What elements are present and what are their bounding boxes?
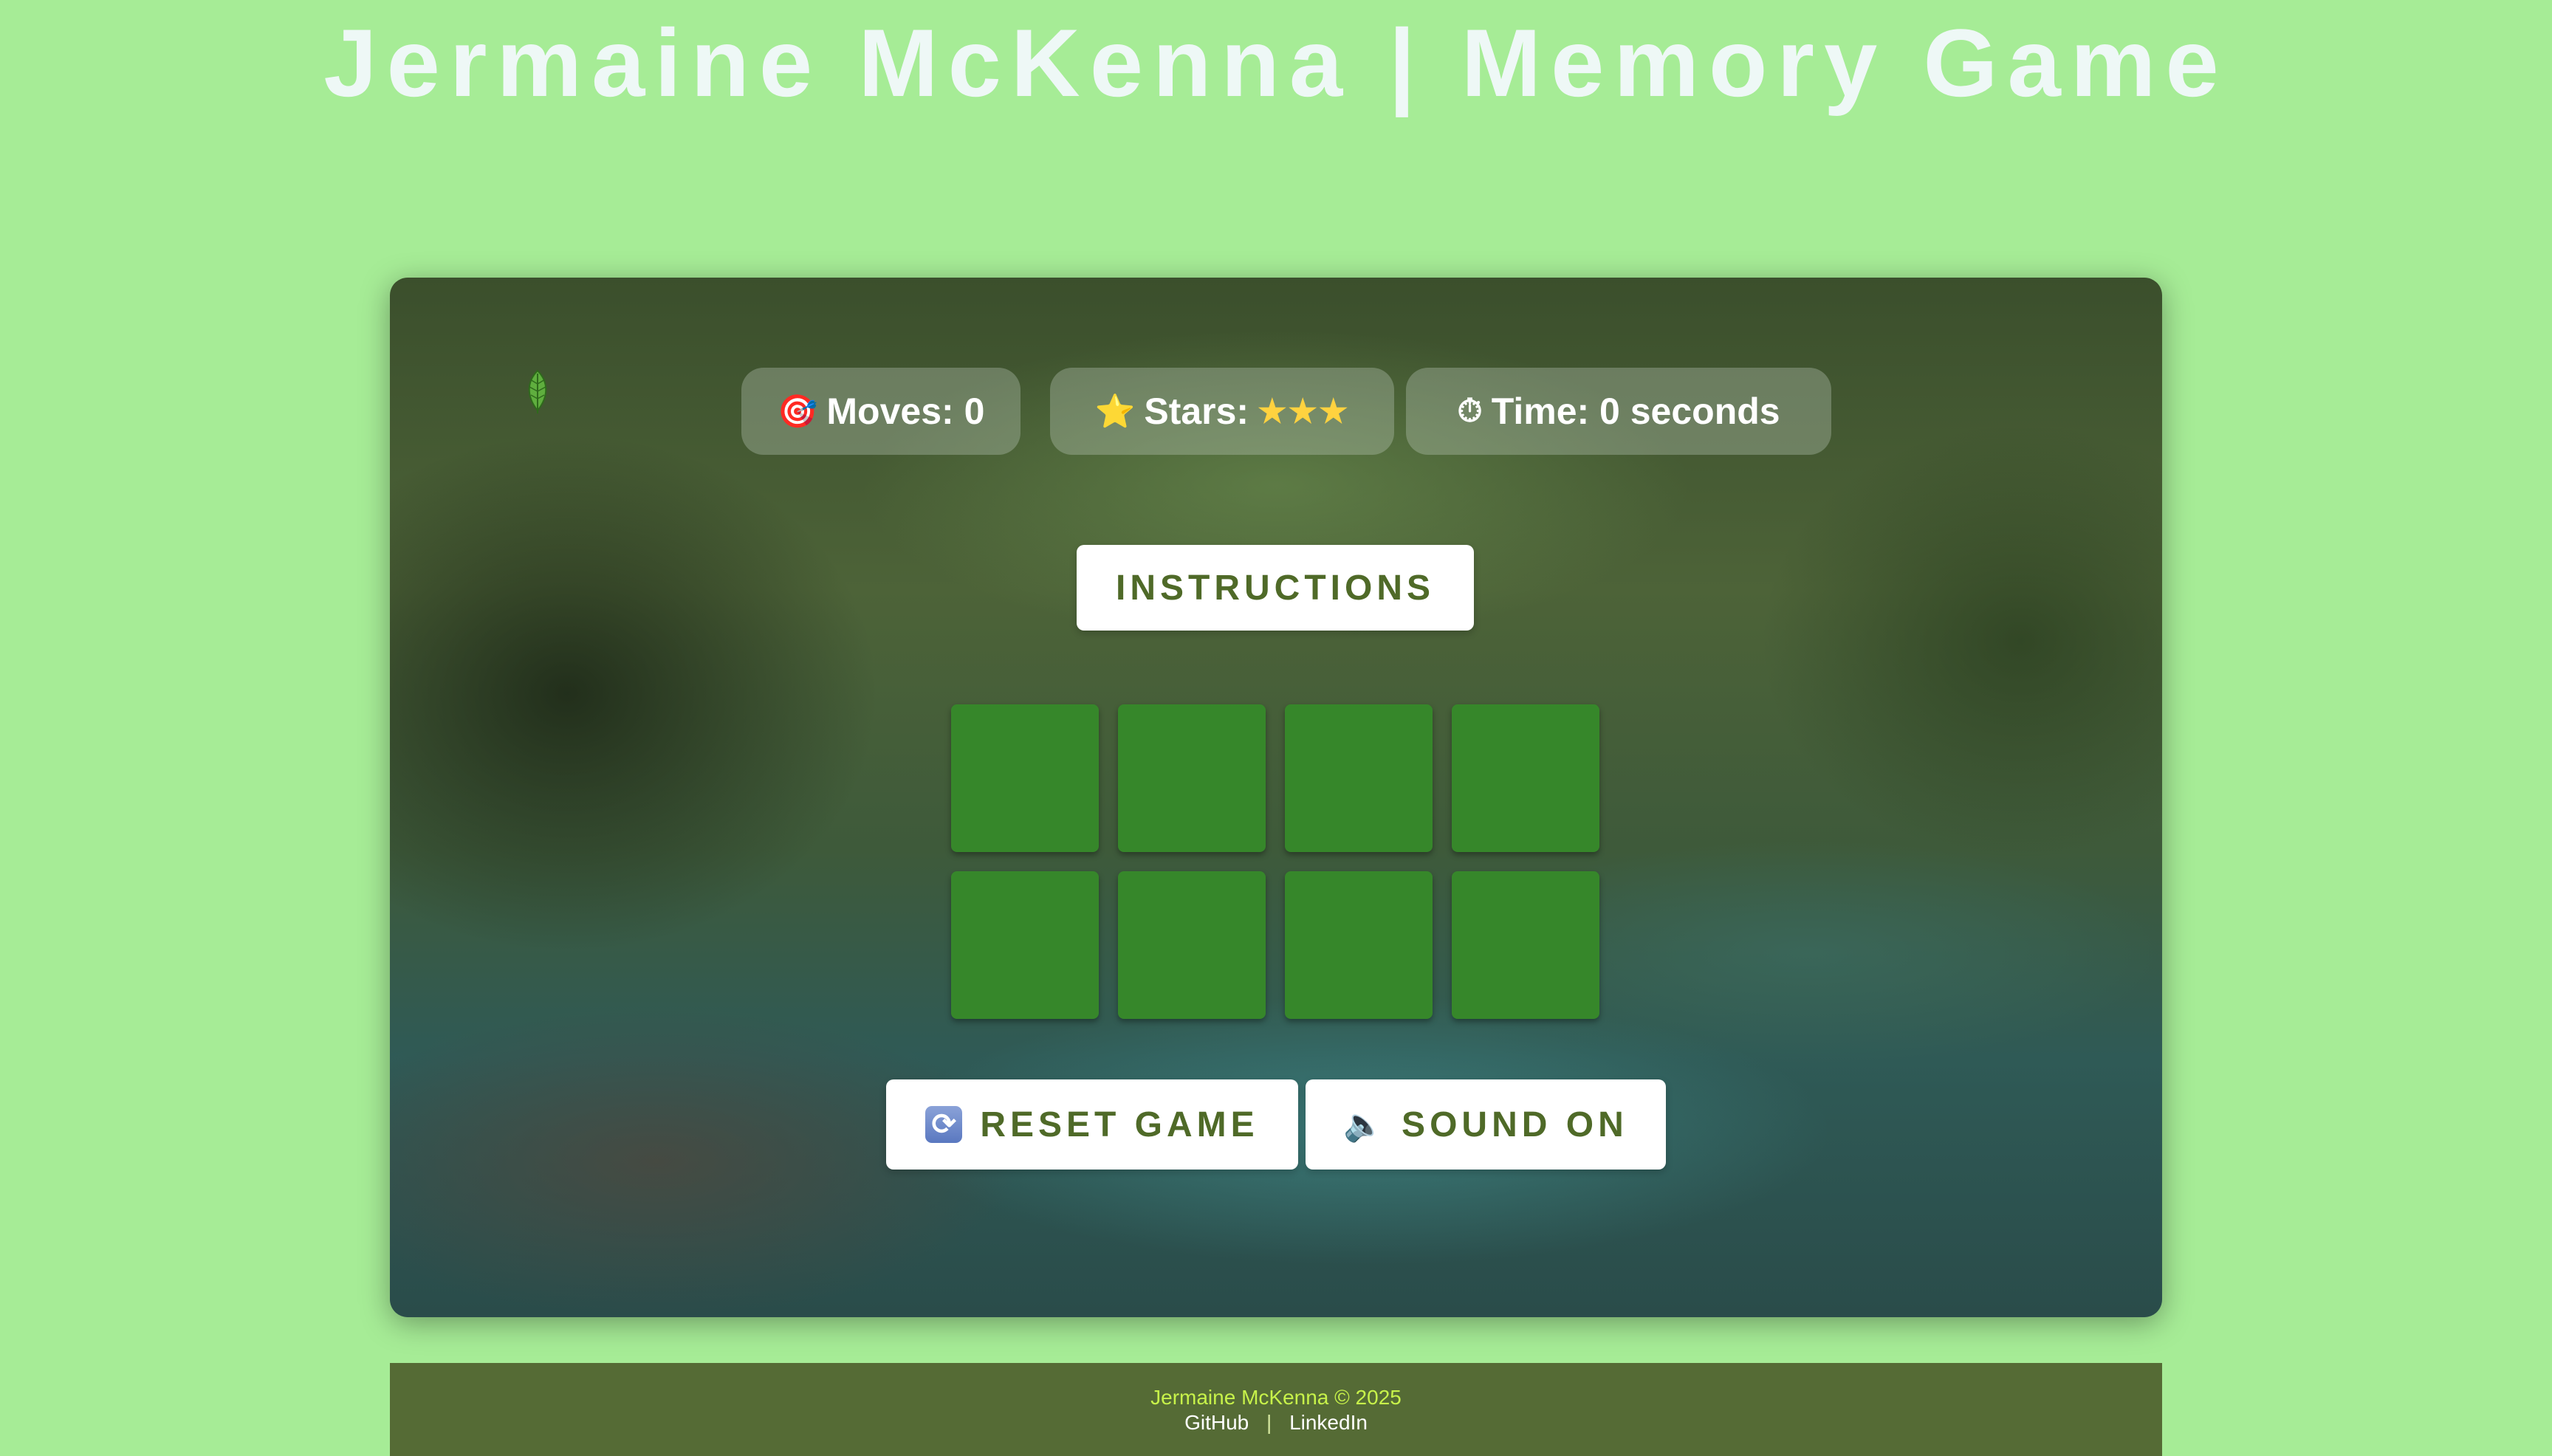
instructions-button[interactable]: INSTRUCTIONS bbox=[1077, 545, 1474, 631]
leaf-icon bbox=[528, 369, 547, 413]
refresh-icon: ⟳ bbox=[925, 1106, 963, 1143]
memory-card[interactable] bbox=[1452, 704, 1599, 852]
memory-card[interactable] bbox=[1285, 704, 1433, 852]
moves-counter: 🎯 Moves: 0 bbox=[741, 368, 1021, 455]
linkedin-link[interactable]: LinkedIn bbox=[1289, 1411, 1368, 1434]
memory-card[interactable] bbox=[951, 704, 1099, 852]
sound-label: SOUND ON bbox=[1402, 1105, 1628, 1144]
stars-label: Stars: bbox=[1144, 391, 1249, 432]
stopwatch-icon: ⏱ bbox=[1457, 393, 1483, 429]
star-icon: ⭐ bbox=[1094, 394, 1136, 430]
footer-links: GitHub | LinkedIn bbox=[390, 1410, 2162, 1435]
time-counter: ⏱ Time: 0 seconds bbox=[1406, 368, 1831, 455]
card-grid bbox=[951, 704, 1604, 1019]
moves-label: Moves: 0 bbox=[826, 391, 985, 432]
footer-separator: | bbox=[1266, 1411, 1272, 1434]
game-panel: 🎯 Moves: 0 ⭐ Stars: ★★★ ⏱ Time: 0 second… bbox=[390, 278, 2162, 1317]
footer-copyright: Jermaine McKenna © 2025 bbox=[1150, 1386, 1402, 1409]
memory-card[interactable] bbox=[1118, 704, 1266, 852]
speaker-icon: 🔈 bbox=[1343, 1107, 1385, 1143]
stars-value: ★★★ bbox=[1258, 393, 1350, 430]
memory-card[interactable] bbox=[951, 871, 1099, 1019]
time-label: Time: 0 seconds bbox=[1491, 391, 1780, 432]
target-icon: 🎯 bbox=[777, 394, 818, 430]
memory-card[interactable] bbox=[1118, 871, 1266, 1019]
reset-game-button[interactable]: ⟳ RESET GAME bbox=[886, 1079, 1298, 1170]
github-link[interactable]: GitHub bbox=[1184, 1411, 1249, 1434]
reset-label: RESET GAME bbox=[980, 1105, 1259, 1144]
page-title: Jermaine McKenna | Memory Game bbox=[323, 9, 2229, 117]
memory-card[interactable] bbox=[1285, 871, 1433, 1019]
stars-rating: ⭐ Stars: ★★★ bbox=[1050, 368, 1394, 455]
instructions-label: INSTRUCTIONS bbox=[1116, 568, 1435, 608]
footer: Jermaine McKenna © 2025 GitHub | LinkedI… bbox=[390, 1363, 2162, 1456]
memory-card[interactable] bbox=[1452, 871, 1599, 1019]
sound-toggle-button[interactable]: 🔈 SOUND ON bbox=[1306, 1079, 1666, 1170]
